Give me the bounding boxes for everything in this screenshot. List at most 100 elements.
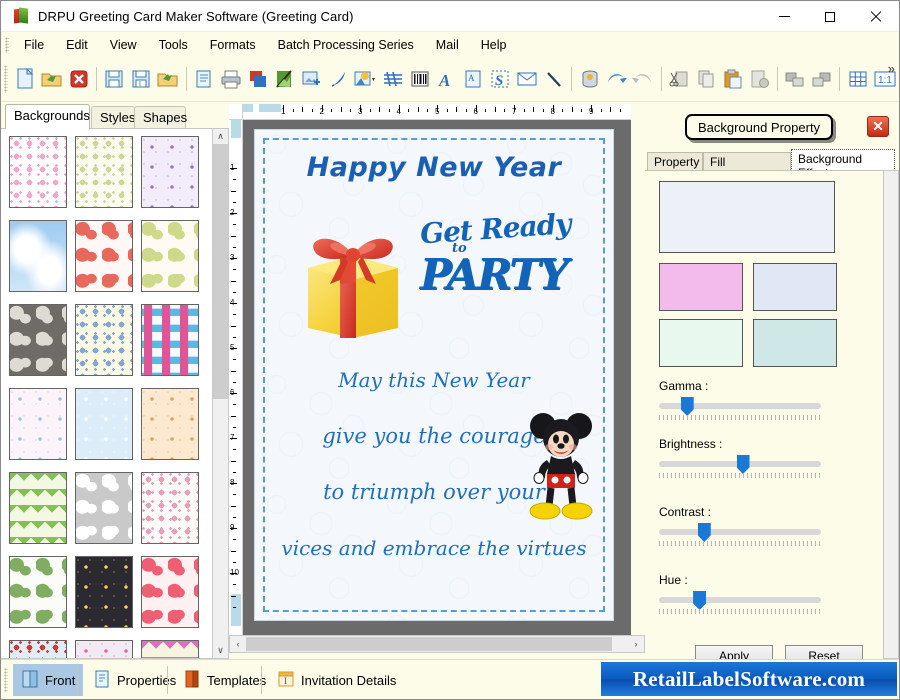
background-thumbnail[interactable] xyxy=(141,220,199,292)
background-thumbnail[interactable] xyxy=(9,304,67,376)
maximize-button[interactable] xyxy=(807,1,853,32)
menu-item-formats[interactable]: Formats xyxy=(199,34,267,56)
contrast-slider[interactable] xyxy=(659,523,821,542)
background-thumbnail[interactable] xyxy=(141,136,199,208)
bottom-button-properties[interactable]: Properties xyxy=(85,664,184,696)
menu-grip[interactable] xyxy=(5,36,9,53)
cut-icon[interactable] xyxy=(667,63,692,95)
tab-property[interactable]: Property xyxy=(647,152,703,171)
pen-icon[interactable] xyxy=(326,63,351,95)
background-thumbnail[interactable] xyxy=(9,220,67,292)
copy-icon[interactable] xyxy=(693,63,718,95)
swatch-pink[interactable] xyxy=(659,263,743,311)
get-ready-to-party-art[interactable]: Get Ready to PARTY xyxy=(419,207,580,342)
tab-fill-background[interactable]: Fill Background xyxy=(703,152,791,183)
open-folder-icon[interactable] xyxy=(39,63,64,95)
menu-item-tools[interactable]: Tools xyxy=(148,34,199,56)
background-thumbnail[interactable] xyxy=(75,472,133,544)
scroll-left-icon[interactable]: ‹ xyxy=(230,636,246,652)
card-heading[interactable]: Happy New Year xyxy=(255,152,613,183)
hue-slider-handle[interactable] xyxy=(693,591,707,610)
signature-icon[interactable]: S xyxy=(488,63,513,95)
background-thumbnail[interactable] xyxy=(75,136,133,208)
right-panel-scrollbar[interactable] xyxy=(883,170,899,659)
print-icon[interactable] xyxy=(218,63,243,95)
close-button[interactable] xyxy=(853,1,899,32)
hue-slider[interactable] xyxy=(659,591,821,610)
shape-fill-icon[interactable] xyxy=(352,63,378,95)
minimize-button[interactable] xyxy=(761,1,807,32)
background-thumbnail[interactable] xyxy=(9,136,67,208)
gamma-slider[interactable] xyxy=(659,397,821,416)
line-icon[interactable] xyxy=(541,63,566,95)
save-as-icon[interactable]: I xyxy=(129,63,154,95)
scroll-right-icon[interactable]: › xyxy=(628,636,644,652)
tab-styles[interactable]: Styles xyxy=(91,106,135,128)
bottom-button-templates[interactable]: Templates xyxy=(175,664,274,696)
large-preview-swatch[interactable] xyxy=(659,181,835,253)
bottom-bar-grip[interactable] xyxy=(4,668,8,692)
left-panel-scrollbar[interactable]: ∧ ∨ xyxy=(212,128,229,659)
layers-icon[interactable] xyxy=(245,63,270,95)
menu-item-edit[interactable]: Edit xyxy=(55,34,99,56)
background-thumbnail[interactable] xyxy=(75,304,133,376)
tab-background-effects[interactable]: Background Effects xyxy=(791,149,895,180)
barcode-wave-icon[interactable] xyxy=(380,63,405,95)
horizontal-ruler[interactable]: 1 2 3 4 5 6 7 8 9 xyxy=(243,104,631,120)
background-thumbnail[interactable] xyxy=(9,472,67,544)
background-thumbnail[interactable] xyxy=(75,640,133,658)
vertical-ruler[interactable]: 1 2 3 4 5 6 7 8 9 10 xyxy=(229,120,243,635)
canvas-horizontal-scrollbar[interactable]: ‹ › xyxy=(229,635,645,653)
panel-close-button[interactable]: ✕ xyxy=(867,116,889,137)
barcode-icon[interactable] xyxy=(407,63,432,95)
paste-icon[interactable] xyxy=(720,63,745,95)
swatch-mint[interactable] xyxy=(659,319,743,367)
new-document-icon[interactable] xyxy=(13,63,38,95)
bottom-button-front[interactable]: Front xyxy=(13,664,84,696)
canvas-viewport[interactable]: Happy New Year Get Ready to PARTY May th… xyxy=(243,120,631,635)
text-icon[interactable]: A xyxy=(434,63,459,95)
send-back-icon[interactable] xyxy=(810,63,835,95)
toolbar-grip[interactable] xyxy=(4,65,8,93)
background-thumbnail[interactable] xyxy=(141,388,199,460)
background-thumbnail[interactable] xyxy=(9,640,67,658)
undo-icon[interactable] xyxy=(604,63,629,95)
card-message-line-4[interactable]: vices and embrace the virtues xyxy=(255,536,613,560)
grid-icon[interactable] xyxy=(845,63,870,95)
brightness-slider[interactable] xyxy=(659,455,821,474)
delete-icon[interactable] xyxy=(747,63,772,95)
brightness-slider-handle[interactable] xyxy=(736,455,750,474)
background-thumbnail[interactable] xyxy=(141,556,199,628)
scroll-down-icon[interactable]: ∨ xyxy=(213,643,228,658)
menu-item-mail[interactable]: Mail xyxy=(425,34,470,56)
background-thumbnail[interactable] xyxy=(141,304,199,376)
backgrounds-thumbnail-list[interactable] xyxy=(1,128,229,659)
menu-item-view[interactable]: View xyxy=(99,34,148,56)
background-thumbnail[interactable] xyxy=(141,640,199,658)
save-icon[interactable] xyxy=(102,63,127,95)
close-document-icon[interactable] xyxy=(66,63,91,95)
export-folder-icon[interactable] xyxy=(156,63,181,95)
toolbar-overflow-button[interactable]: » xyxy=(888,61,895,76)
contrast-slider-handle[interactable] xyxy=(697,523,711,542)
greeting-card[interactable]: Happy New Year Get Ready to PARTY May th… xyxy=(255,130,613,620)
text-box-icon[interactable]: A xyxy=(461,63,486,95)
card-message-line-1[interactable]: May this New Year xyxy=(255,368,613,392)
menu-item-help[interactable]: Help xyxy=(470,34,518,56)
scrollbar-thumb[interactable] xyxy=(213,144,228,399)
swatch-lavender[interactable] xyxy=(753,263,837,311)
menu-item-batch-processing-series[interactable]: Batch Processing Series xyxy=(267,34,425,56)
tab-shapes[interactable]: Shapes xyxy=(134,106,187,128)
swatch-aqua[interactable] xyxy=(753,319,837,367)
mickey-mouse-image[interactable] xyxy=(525,408,597,526)
page-setup-icon[interactable] xyxy=(191,63,216,95)
background-thumbnail[interactable] xyxy=(75,220,133,292)
scroll-up-icon[interactable]: ∧ xyxy=(213,129,228,144)
background-thumbnail[interactable] xyxy=(9,388,67,460)
tab-backgrounds[interactable]: Backgrounds xyxy=(5,104,90,129)
menu-item-file[interactable]: File xyxy=(13,34,55,56)
background-thumbnail[interactable] xyxy=(9,556,67,628)
scrollbar-thumb[interactable] xyxy=(246,637,612,651)
background-thumbnail[interactable] xyxy=(75,388,133,460)
brand-banner[interactable]: RetailLabelSoftware.com xyxy=(601,662,897,696)
